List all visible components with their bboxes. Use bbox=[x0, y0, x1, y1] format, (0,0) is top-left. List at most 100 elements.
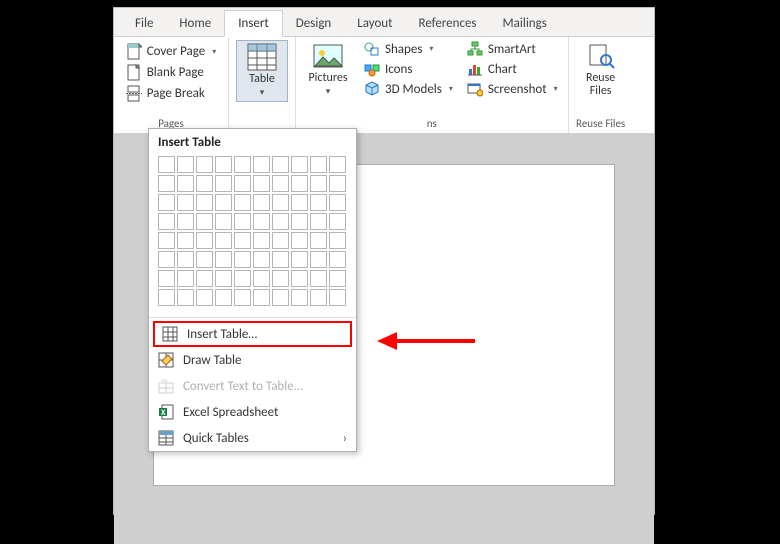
grid-cell[interactable] bbox=[234, 213, 251, 230]
grid-cell[interactable] bbox=[272, 270, 289, 287]
grid-cell[interactable] bbox=[253, 156, 270, 173]
grid-cell[interactable] bbox=[177, 213, 194, 230]
grid-cell[interactable] bbox=[196, 194, 213, 211]
grid-cell[interactable] bbox=[234, 156, 251, 173]
grid-cell[interactable] bbox=[272, 289, 289, 306]
grid-cell[interactable] bbox=[234, 194, 251, 211]
grid-cell[interactable] bbox=[234, 251, 251, 268]
grid-cell[interactable] bbox=[158, 194, 175, 211]
grid-cell[interactable] bbox=[291, 156, 308, 173]
grid-cell[interactable] bbox=[158, 289, 175, 306]
grid-cell[interactable] bbox=[291, 270, 308, 287]
grid-cell[interactable] bbox=[215, 251, 232, 268]
grid-cell[interactable] bbox=[291, 194, 308, 211]
grid-cell[interactable] bbox=[196, 175, 213, 192]
excel-spreadsheet-menu-item[interactable]: X Excel Spreadsheet bbox=[149, 399, 356, 425]
grid-cell[interactable] bbox=[310, 194, 327, 211]
blank-page-button[interactable]: Blank Page bbox=[123, 63, 207, 82]
grid-cell[interactable] bbox=[158, 251, 175, 268]
grid-cell[interactable] bbox=[177, 156, 194, 173]
tab-insert[interactable]: Insert bbox=[224, 10, 283, 37]
grid-cell[interactable] bbox=[329, 175, 346, 192]
grid-cell[interactable] bbox=[234, 232, 251, 249]
3d-models-button[interactable]: 3D Models ▾ bbox=[361, 80, 456, 98]
grid-cell[interactable] bbox=[215, 213, 232, 230]
tab-design[interactable]: Design bbox=[283, 11, 344, 36]
smartart-button[interactable]: SmartArt bbox=[464, 40, 561, 58]
grid-cell[interactable] bbox=[329, 232, 346, 249]
grid-cell[interactable] bbox=[272, 213, 289, 230]
grid-cell[interactable] bbox=[158, 213, 175, 230]
grid-cell[interactable] bbox=[196, 213, 213, 230]
grid-cell[interactable] bbox=[291, 232, 308, 249]
grid-cell[interactable] bbox=[253, 251, 270, 268]
grid-cell[interactable] bbox=[253, 194, 270, 211]
grid-cell[interactable] bbox=[196, 156, 213, 173]
grid-cell[interactable] bbox=[310, 213, 327, 230]
grid-cell[interactable] bbox=[196, 289, 213, 306]
cover-page-button[interactable]: Cover Page▾ bbox=[123, 42, 220, 61]
table-size-grid[interactable] bbox=[149, 154, 356, 314]
grid-cell[interactable] bbox=[310, 270, 327, 287]
grid-cell[interactable] bbox=[253, 175, 270, 192]
grid-cell[interactable] bbox=[329, 251, 346, 268]
grid-cell[interactable] bbox=[196, 270, 213, 287]
screenshot-button[interactable]: Screenshot▾ bbox=[464, 80, 561, 98]
grid-cell[interactable] bbox=[234, 270, 251, 287]
grid-cell[interactable] bbox=[215, 232, 232, 249]
grid-cell[interactable] bbox=[158, 156, 175, 173]
icons-button[interactable]: Icons bbox=[361, 60, 456, 78]
grid-cell[interactable] bbox=[329, 156, 346, 173]
tab-mailings[interactable]: Mailings bbox=[490, 11, 560, 36]
grid-cell[interactable] bbox=[310, 289, 327, 306]
grid-cell[interactable] bbox=[177, 175, 194, 192]
grid-cell[interactable] bbox=[272, 156, 289, 173]
grid-cell[interactable] bbox=[177, 232, 194, 249]
grid-cell[interactable] bbox=[291, 175, 308, 192]
grid-cell[interactable] bbox=[291, 213, 308, 230]
grid-cell[interactable] bbox=[177, 194, 194, 211]
grid-cell[interactable] bbox=[272, 251, 289, 268]
grid-cell[interactable] bbox=[177, 270, 194, 287]
grid-cell[interactable] bbox=[329, 194, 346, 211]
grid-cell[interactable] bbox=[329, 289, 346, 306]
shapes-button[interactable]: Shapes▾ bbox=[361, 40, 456, 58]
table-button[interactable]: Table▾ bbox=[236, 40, 288, 102]
grid-cell[interactable] bbox=[215, 194, 232, 211]
grid-cell[interactable] bbox=[310, 251, 327, 268]
grid-cell[interactable] bbox=[158, 175, 175, 192]
grid-cell[interactable] bbox=[310, 156, 327, 173]
tab-layout[interactable]: Layout bbox=[344, 11, 405, 36]
tab-home[interactable]: Home bbox=[166, 11, 224, 36]
grid-cell[interactable] bbox=[215, 156, 232, 173]
pictures-button[interactable]: Pictures▾ bbox=[303, 40, 353, 100]
grid-cell[interactable] bbox=[291, 251, 308, 268]
grid-cell[interactable] bbox=[253, 213, 270, 230]
tab-file[interactable]: File bbox=[122, 11, 166, 36]
grid-cell[interactable] bbox=[253, 232, 270, 249]
grid-cell[interactable] bbox=[196, 232, 213, 249]
grid-cell[interactable] bbox=[272, 194, 289, 211]
grid-cell[interactable] bbox=[329, 270, 346, 287]
grid-cell[interactable] bbox=[253, 289, 270, 306]
grid-cell[interactable] bbox=[272, 175, 289, 192]
grid-cell[interactable] bbox=[234, 289, 251, 306]
grid-cell[interactable] bbox=[253, 270, 270, 287]
grid-cell[interactable] bbox=[177, 251, 194, 268]
grid-cell[interactable] bbox=[310, 232, 327, 249]
grid-cell[interactable] bbox=[177, 289, 194, 306]
quick-tables-menu-item[interactable]: Quick Tables › bbox=[149, 425, 356, 451]
grid-cell[interactable] bbox=[291, 289, 308, 306]
grid-cell[interactable] bbox=[215, 289, 232, 306]
grid-cell[interactable] bbox=[158, 232, 175, 249]
insert-table-menu-item[interactable]: Insert Table… bbox=[153, 321, 352, 347]
grid-cell[interactable] bbox=[158, 270, 175, 287]
tab-references[interactable]: References bbox=[406, 11, 490, 36]
grid-cell[interactable] bbox=[215, 175, 232, 192]
grid-cell[interactable] bbox=[329, 213, 346, 230]
page-break-button[interactable]: Page Break bbox=[123, 84, 208, 103]
grid-cell[interactable] bbox=[196, 251, 213, 268]
grid-cell[interactable] bbox=[215, 270, 232, 287]
reuse-files-button[interactable]: Reuse Files bbox=[576, 40, 626, 100]
grid-cell[interactable] bbox=[272, 232, 289, 249]
